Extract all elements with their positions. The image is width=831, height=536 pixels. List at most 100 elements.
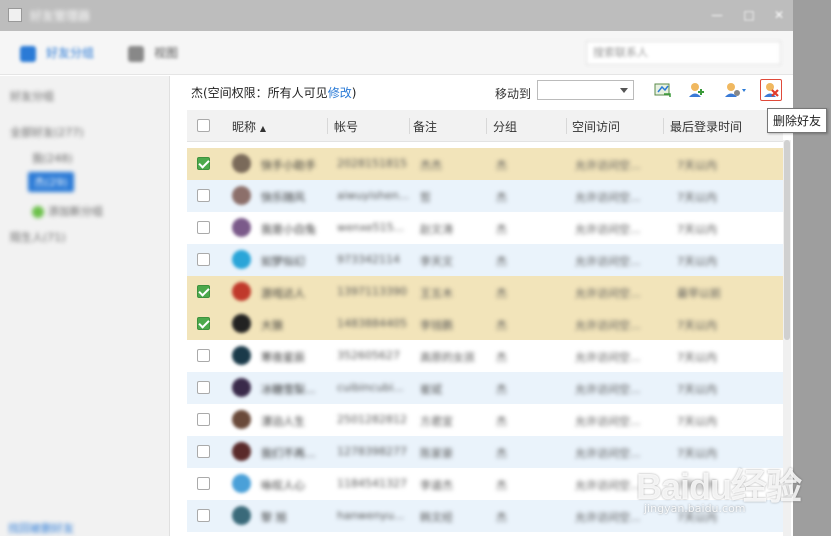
move-to-select[interactable] bbox=[537, 80, 634, 100]
table-row[interactable]: 我们不再... 1278398277 陈家豪 杰 允许访问空... 7天以内 bbox=[187, 436, 783, 468]
column-divider bbox=[409, 118, 410, 134]
cell-space-access: 允许访问空... bbox=[575, 191, 641, 204]
tab-friend-groups-label: 好友分组 bbox=[46, 46, 95, 60]
minimize-button[interactable]: — bbox=[710, 8, 724, 22]
table-row[interactable]: 游戏达人 1397113390 王五木 杰 允许访问空... 最早以前 bbox=[187, 276, 783, 308]
sidebar-item-group-selected[interactable]: 杰(29) bbox=[28, 172, 74, 192]
manage-friend-button[interactable] bbox=[722, 79, 750, 101]
table-row[interactable]: 快手小助手 2028151815 杰杰杰允许访问空... 7天以内 bbox=[187, 148, 783, 180]
table-scrollbar[interactable] bbox=[783, 140, 791, 536]
cell-account: 1483884405 bbox=[337, 317, 407, 330]
row-checkbox[interactable] bbox=[197, 509, 210, 522]
row-checkbox[interactable] bbox=[197, 445, 210, 458]
add-group-label: 添加新分组 bbox=[48, 205, 103, 218]
cell-note: 杰杰 bbox=[420, 159, 442, 172]
cell-note: 李钱鹏 bbox=[420, 319, 453, 332]
sidebar-item-group-1[interactable]: 我(248) bbox=[32, 150, 73, 166]
row-checkbox[interactable] bbox=[197, 317, 210, 330]
header-note[interactable]: 备注 bbox=[413, 118, 437, 135]
window-title: 好友管理器 bbox=[30, 9, 91, 23]
sidebar-item-strangers[interactable]: 陌生人(71) bbox=[10, 229, 66, 245]
search-input[interactable]: 搜索联系人 bbox=[586, 41, 781, 65]
avatar bbox=[232, 218, 251, 237]
add-friend-button[interactable] bbox=[685, 79, 707, 101]
avatar bbox=[232, 154, 251, 173]
header-space-access[interactable]: 空间访问 bbox=[572, 118, 620, 135]
cell-note: 李道杰 bbox=[420, 479, 453, 492]
row-checkbox[interactable] bbox=[197, 349, 210, 362]
table-row[interactable]: 咏叹人心 1184541327 李道杰 杰 允许访问空... 7天以内 bbox=[187, 468, 783, 500]
cell-nickname: 大狼 bbox=[261, 319, 283, 332]
delete-friend-button[interactable] bbox=[760, 79, 782, 101]
scrollbar-thumb[interactable] bbox=[784, 140, 790, 340]
cell-space-access: 允许访问空... bbox=[575, 383, 641, 396]
sidebar: 好友分组 全部好友(277) 我(248) 杰(29) 添加新分组 陌生人(71… bbox=[0, 76, 170, 536]
cell-nickname: 漂泊人生 bbox=[261, 415, 305, 428]
column-divider bbox=[327, 118, 328, 134]
sidebar-item-add-group[interactable]: 添加新分组 bbox=[32, 203, 103, 219]
select-all-checkbox[interactable] bbox=[197, 119, 210, 132]
edit-permission-link[interactable]: 修改 bbox=[328, 86, 352, 100]
sidebar-header: 好友分组 bbox=[10, 90, 54, 103]
row-checkbox[interactable] bbox=[197, 477, 210, 490]
sidebar-item-all-friends[interactable]: 全部好友(277) bbox=[10, 124, 84, 140]
close-button[interactable]: ✕ bbox=[772, 8, 786, 22]
row-checkbox[interactable] bbox=[197, 285, 210, 298]
table-row[interactable]: 如梦似幻 973342114 李天文 杰 允许访问空... 7天以内 bbox=[187, 244, 783, 276]
row-checkbox[interactable] bbox=[197, 221, 210, 234]
tab-view-label: 视图 bbox=[154, 46, 179, 60]
cell-nickname: 如梦似幻 bbox=[261, 255, 305, 268]
export-button[interactable] bbox=[652, 79, 674, 101]
table-row[interactable]: 大狼 1483884405 李钱鹏 杰 允许访问空... 7天以内 bbox=[187, 308, 783, 340]
row-checkbox[interactable] bbox=[197, 381, 210, 394]
maximize-button[interactable]: □ bbox=[742, 8, 756, 22]
cell-space-access: 允许访问空... bbox=[575, 159, 641, 172]
cell-last-login: 7天以内 bbox=[677, 383, 717, 396]
cell-nickname: 游戏达人 bbox=[261, 287, 305, 300]
table-row[interactable]: 冰糖雪梨... cuibincubi... 崔斌 杰 允许访问空... 7天以内 bbox=[187, 372, 783, 404]
recover-deleted-friends-link[interactable]: 找回被删好友 bbox=[8, 520, 74, 536]
avatar bbox=[232, 346, 251, 365]
header-account[interactable]: 帐号 bbox=[334, 118, 358, 135]
cell-last-login: 7天以内 bbox=[677, 255, 717, 268]
cell-group: 杰 bbox=[496, 511, 507, 524]
cell-group: 杰 bbox=[496, 447, 507, 460]
cell-space-access: 允许访问空... bbox=[575, 511, 641, 524]
cell-last-login: 7天以内 bbox=[677, 159, 717, 172]
sort-asc-icon: ▲ bbox=[259, 124, 266, 133]
header-group[interactable]: 分组 bbox=[493, 118, 517, 135]
tab-view[interactable]: 视图 bbox=[128, 42, 178, 64]
cell-last-login: 7天以内 bbox=[677, 415, 717, 428]
table-body: 快手小助手 2028151815 杰杰杰允许访问空... 7天以内 快乐随风 aiwuyi… bbox=[187, 148, 783, 532]
table-row[interactable]: 寒夜星辰 352605627 高原的女孩 杰 允许访问空... 7天以内 bbox=[187, 340, 783, 372]
cell-last-login: 最早以前 bbox=[677, 287, 721, 300]
table-row[interactable]: 漂泊人生 2501282812 方君宜 杰 允许访问空... 7天以内 bbox=[187, 404, 783, 436]
cell-account: hanwenyu... bbox=[337, 509, 405, 522]
cell-nickname: 黎 旭 bbox=[261, 511, 287, 524]
friend-manager-window: 好友管理器 — □ ✕ 好友分组 视图 搜索联系人 好友分组 全部好友(277)… bbox=[0, 0, 828, 536]
column-divider bbox=[663, 118, 664, 134]
cell-nickname: 咏叹人心 bbox=[261, 479, 305, 492]
table-row[interactable]: 快乐随风 aiwuyishen... 哲 杰 允许访问空... 7天以内 bbox=[187, 180, 783, 212]
table-row[interactable]: 黎 旭 hanwenyu... 韩文经 杰 允许访问空... 7天以内 bbox=[187, 500, 783, 532]
avatar bbox=[232, 378, 251, 397]
tab-friend-groups[interactable]: 好友分组 bbox=[20, 42, 94, 64]
header-nickname[interactable]: 昵称 ▲ bbox=[232, 118, 266, 135]
row-checkbox[interactable] bbox=[197, 189, 210, 202]
cell-space-access: 允许访问空... bbox=[575, 255, 641, 268]
cell-account: wenxe515... bbox=[337, 221, 405, 234]
cell-group: 杰 bbox=[496, 415, 507, 428]
column-divider bbox=[486, 118, 487, 134]
cell-group: 杰 bbox=[496, 223, 507, 236]
cell-group: 杰 bbox=[496, 287, 507, 300]
avatar bbox=[232, 282, 251, 301]
cell-space-access: 允许访问空... bbox=[575, 415, 641, 428]
row-checkbox[interactable] bbox=[197, 413, 210, 426]
cell-account: 2028151815 bbox=[337, 157, 407, 170]
row-checkbox[interactable] bbox=[197, 253, 210, 266]
table-row[interactable]: 我是小白兔 wenxe515... 赵文涛 杰 允许访问空... 7天以内 bbox=[187, 212, 783, 244]
header-last-login[interactable]: 最后登录时间 bbox=[670, 118, 742, 135]
cell-nickname: 冰糖雪梨... bbox=[261, 383, 316, 396]
cell-note: 方君宜 bbox=[420, 415, 453, 428]
row-checkbox[interactable] bbox=[197, 157, 210, 170]
